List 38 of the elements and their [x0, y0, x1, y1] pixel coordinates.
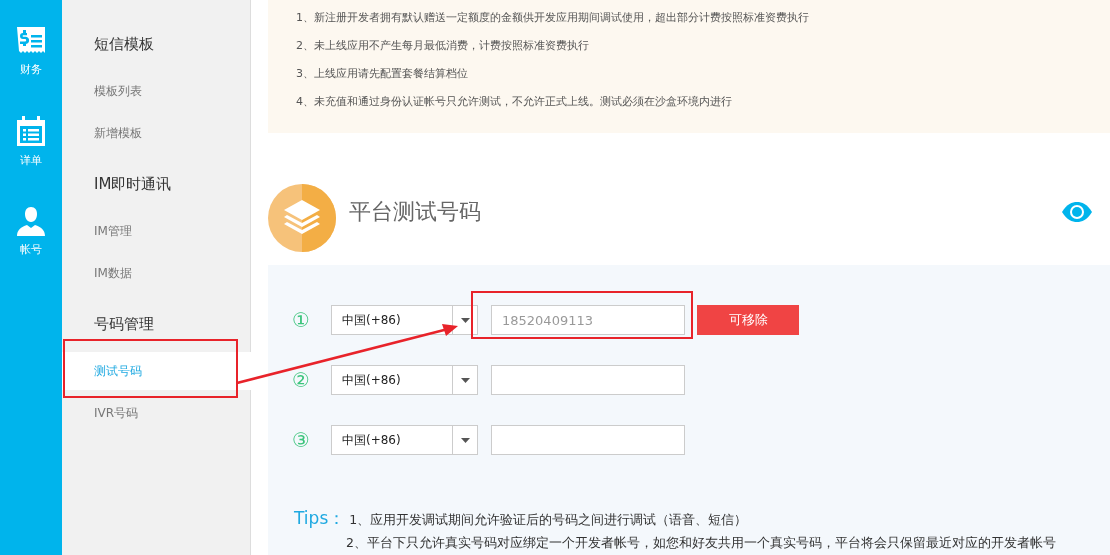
tip-text: 2、平台下只允许真实号码对应绑定一个开发者帐号，如您和好友共用一个真实号码，平台将会只保留最近对应的开发者帐号: [346, 535, 1056, 552]
caret-icon: [460, 437, 470, 443]
menu-item[interactable]: 新增模板: [62, 114, 250, 152]
eye-icon[interactable]: [1062, 201, 1092, 222]
notice-text: 4、未充值和通过身份认证帐号只允许测试，不允许正式上线。测试必须在沙盒环境内进行: [296, 95, 733, 109]
menu-heading: IM即时通讯: [93, 174, 173, 195]
menu-item[interactable]: IM管理: [62, 212, 250, 250]
menu-item[interactable]: IM数据: [62, 254, 250, 292]
row-number: ③: [292, 428, 311, 452]
section-title: 平台测试号码: [349, 197, 482, 226]
country-select[interactable]: 中国(+86): [331, 365, 478, 395]
menu-item[interactable]: 测试号码: [62, 352, 254, 390]
menu-heading: 短信模板: [93, 34, 155, 55]
row-number: ①: [292, 308, 311, 332]
menu-heading: 号码管理: [93, 314, 155, 335]
layers-icon: [268, 184, 336, 252]
country-select[interactable]: 中国(+86): [331, 305, 478, 335]
notice-text: 3、上线应用请先配置套餐结算档位: [296, 67, 469, 81]
tip-text: 1、应用开发调试期间允许验证后的号码之间进行调试（语音、短信）: [349, 512, 748, 529]
notice-text: 2、未上线应用不产生每月最低消费，计费按照标准资费执行: [296, 39, 590, 53]
row-number: ②: [292, 368, 311, 392]
menu-item[interactable]: IVR号码: [62, 394, 250, 432]
remove-button[interactable]: 可移除: [697, 305, 799, 335]
rail-label[interactable]: 帐号: [20, 242, 42, 257]
tips-label: Tips：: [294, 507, 346, 530]
rail-label[interactable]: 详单: [20, 153, 42, 168]
caret-icon: [460, 377, 470, 383]
phone-input[interactable]: [491, 425, 685, 455]
phone-input[interactable]: 18520409113: [491, 305, 685, 335]
person-icon: [16, 206, 46, 236]
rail-label[interactable]: 财务: [20, 62, 42, 77]
phone-input[interactable]: [491, 365, 685, 395]
calendar-icon: [15, 115, 47, 147]
caret-icon: [460, 317, 470, 323]
country-select[interactable]: 中国(+86): [331, 425, 478, 455]
receipt-dollar-icon: [16, 26, 46, 56]
notice-text: 1、新注册开发者拥有默认赠送一定额度的金额供开发应用期间调试使用，超出部分计费按照标准资费执行: [296, 11, 810, 25]
menu-item[interactable]: 模板列表: [62, 72, 250, 110]
